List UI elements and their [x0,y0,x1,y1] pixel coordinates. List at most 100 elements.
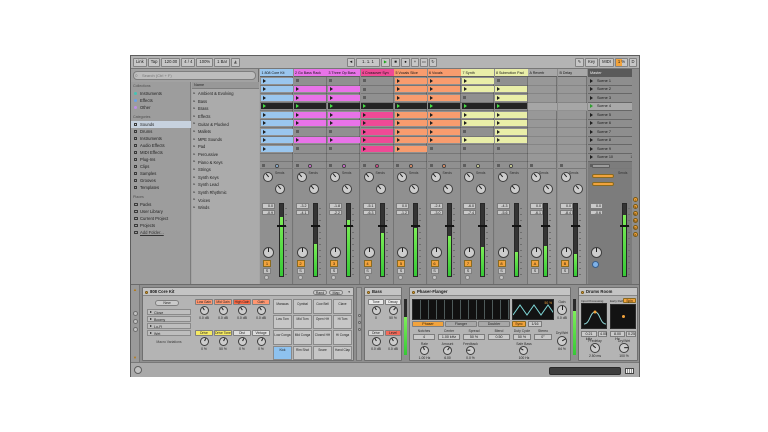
browser-folder-row[interactable]: ▸Synth Keys [192,174,259,182]
transport-control-100[interactable]: 100% [196,58,213,67]
volume-value[interactable]: 0.0 [396,203,409,209]
peak-value[interactable]: -7.4 [463,210,476,216]
volume-value[interactable]: -4.3 [497,203,510,209]
pan-knob[interactable] [498,247,509,258]
clip[interactable] [462,112,494,118]
follow-button[interactable]: ◄ [347,58,355,67]
track-activator-button[interactable]: 5 [397,260,405,267]
input-filter-q[interactable]: 4.05 [598,331,607,337]
clip-stop-button[interactable] [430,164,433,167]
drum-pad-snare[interactable]: Snare [313,346,332,361]
clip[interactable] [328,137,360,143]
clip-slot[interactable] [394,111,427,120]
playing-clip[interactable] [294,103,326,109]
clip-slot[interactable] [394,154,427,163]
scene-row[interactable]: Scene 66 [588,120,636,129]
clip-slot[interactable] [327,103,360,112]
solo-button[interactable]: S [330,268,338,274]
clip-slot[interactable] [260,120,293,129]
clip-slot[interactable] [428,137,461,146]
send-a-slider[interactable] [592,174,614,178]
lfo-sync-button[interactable]: Sync [512,321,526,327]
new-variation-button[interactable]: New [155,300,179,306]
track-header[interactable]: 5 Vocals Slice [394,69,427,77]
clip-slot[interactable] [428,154,461,163]
macro-knob-3[interactable] [238,306,247,315]
spin-button[interactable]: Spin [623,298,636,303]
clip[interactable] [261,137,293,143]
browser-folder-row[interactable]: ▸Pad [192,143,259,151]
clip-slot[interactable] [294,145,327,154]
send-a-knob[interactable] [364,172,374,182]
send-a-knob[interactable] [297,172,307,182]
phaser-knob-rate[interactable] [420,346,429,355]
info-view-toggle[interactable] [134,366,142,374]
midi-keyboard-icon[interactable] [625,368,634,374]
browser-folder-row[interactable]: ▸Piano & Keys [192,158,259,166]
out-knob-gain[interactable] [557,305,567,315]
master-header[interactable]: Master [588,69,636,77]
clip[interactable] [428,95,460,101]
phaser-knob-amount[interactable] [443,346,452,355]
playing-clip[interactable] [328,103,360,109]
send-a-knob[interactable] [263,172,273,182]
drum-pad-cowbell[interactable]: Cow Bell [313,299,332,314]
clip-slot[interactable] [294,86,327,95]
peak-value[interactable]: -4.1 [296,210,309,216]
clip-slot[interactable] [260,137,293,146]
clip-slot[interactable] [461,103,494,112]
solo-button[interactable]: S [364,268,372,274]
clip-slot[interactable] [495,103,528,112]
clip-slot[interactable] [461,86,494,95]
clip-slot[interactable] [428,111,461,120]
clip-slot[interactable] [260,77,293,86]
sidebar-item-instruments[interactable]: Instruments [131,135,191,142]
track-header[interactable]: A Reverb [528,69,557,77]
volume-value[interactable]: -6.0 [463,203,476,209]
solo-button[interactable]: S [561,268,569,274]
lfo-rate-value[interactable]: 1/16 [528,321,542,327]
fold-down-icon[interactable]: ▼ [133,355,137,360]
clip-slot[interactable] [260,154,293,163]
clip-slot[interactable] [461,128,494,137]
clip-stop-button[interactable] [296,164,299,167]
clip-slot[interactable] [495,145,528,154]
rand-macros-button[interactable]: Rand [313,290,327,295]
track-header[interactable]: B Delay [558,69,587,77]
macro-knob-2[interactable] [219,306,228,315]
send-a-knob[interactable] [330,172,340,182]
solo-button[interactable]: S [531,268,539,274]
clip[interactable] [294,137,326,143]
scene-row[interactable]: Scene 77 [588,128,636,137]
spin-rate-value[interactable]: 8.00 Hz [610,331,625,337]
playing-clip[interactable] [261,103,293,109]
clip-slot[interactable] [260,128,293,137]
out-knob-drywet[interactable] [557,336,567,346]
clip[interactable] [495,129,527,135]
macro-variation-row[interactable]: Wet [147,330,191,336]
clip-slot[interactable] [361,154,394,163]
clip[interactable] [294,86,326,92]
clip[interactable] [328,120,360,126]
transport-control-tap[interactable]: Tap [148,58,161,67]
clip-slot[interactable] [495,86,528,95]
clip-slot[interactable] [428,128,461,137]
section-toggle-x[interactable]: X [633,232,638,237]
scene-row[interactable]: Scene 55 [588,111,636,120]
clip[interactable] [495,86,527,92]
sidebar-item-sounds[interactable]: Sounds [131,121,191,128]
clip-slot[interactable] [294,137,327,146]
clip[interactable] [395,78,427,84]
drum-pad-rimshot[interactable]: Rim Shot [293,346,312,361]
sidebar-item-other[interactable]: Other [131,104,191,111]
clip[interactable] [395,86,427,92]
arm-button[interactable] [298,275,303,280]
browser-folder-row[interactable]: ▸MPE Sounds [192,136,259,144]
send-a-knob[interactable] [397,172,407,182]
sidebar-item-midieffects[interactable]: MIDI Effects [131,149,191,156]
clip-slot[interactable] [361,128,394,137]
track-activator-button[interactable]: 2 [297,260,305,267]
send-a-knob[interactable] [464,172,474,182]
clip[interactable] [395,120,427,126]
clip-slot[interactable] [461,154,494,163]
